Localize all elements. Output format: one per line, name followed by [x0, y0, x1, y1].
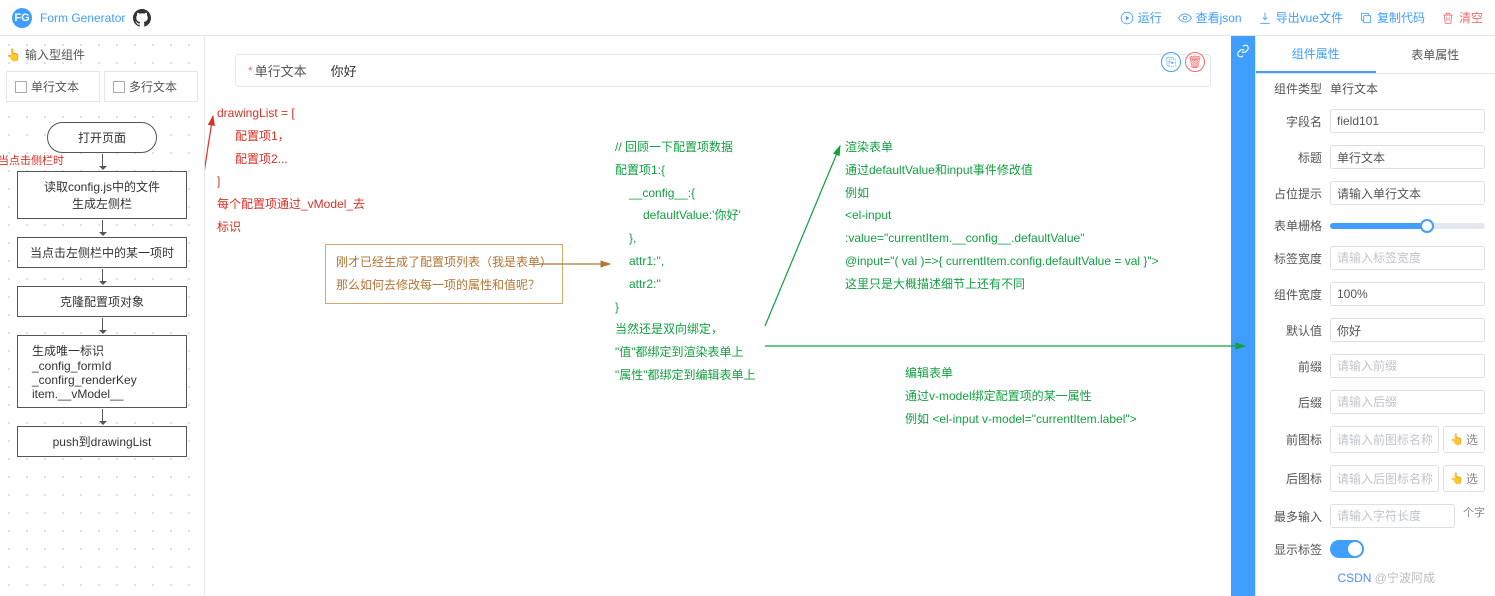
clear-button[interactable]: 清空 — [1441, 9, 1483, 26]
prop-compwidth-label: 组件宽度 — [1266, 286, 1322, 303]
prop-prefix-input[interactable] — [1330, 354, 1485, 378]
component-group-header: 👆 输入型组件 — [6, 46, 198, 63]
link-icon — [1236, 44, 1250, 58]
prop-compwidth-input[interactable] — [1330, 282, 1485, 306]
prop-field-input[interactable] — [1330, 109, 1485, 133]
github-icon[interactable] — [133, 9, 151, 27]
flow-node-open: 打开页面 — [47, 122, 157, 153]
anno-config-data: // 回顾一下配置项数据 配置项1:{ __config__:{ default… — [615, 136, 756, 387]
top-actions: 运行 查看json 导出vue文件 复制代码 清空 — [1120, 9, 1483, 26]
prop-placeholder-label: 占位提示 — [1266, 185, 1322, 202]
row-delete-button[interactable]: 🗑 — [1185, 52, 1205, 72]
flow-node-gen-id: 生成唯一标识 _config_formId _confirg_renderKey… — [17, 335, 187, 408]
prop-showlabel-toggle[interactable] — [1330, 540, 1364, 558]
prop-grid-slider[interactable] — [1330, 223, 1485, 229]
prop-showlabel-label: 显示标签 — [1266, 541, 1322, 558]
anno-drawinglist: drawingList = [ 配置项1， 配置项2... ] 每个配置项通过_… — [217, 102, 365, 239]
field-label: 单行文本 — [255, 61, 327, 80]
prop-title-label: 标题 — [1266, 149, 1322, 166]
prop-suffix-label: 后缀 — [1266, 394, 1322, 411]
prop-default-input[interactable] — [1330, 318, 1485, 342]
prop-suffixicon-pick-button[interactable]: 👆选 — [1443, 465, 1485, 492]
play-icon — [1120, 11, 1134, 25]
prop-prefix-label: 前缀 — [1266, 358, 1322, 375]
hand-icon: 👆 — [6, 48, 21, 62]
anno-render-form: 渲染表单 通过defaultValue和input事件修改值 例如 <el-in… — [845, 136, 1159, 296]
prop-maxlen-input[interactable] — [1330, 504, 1455, 528]
prop-suffixicon-input[interactable] — [1330, 465, 1439, 492]
export-vue-button[interactable]: 导出vue文件 — [1258, 9, 1343, 26]
prop-type-label: 组件类型 — [1266, 80, 1322, 97]
right-panel: 组件属性 表单属性 组件类型单行文本 字段名 标题 占位提示 表单栅格 标签宽度… — [1255, 36, 1495, 596]
field-input[interactable] — [327, 61, 1198, 80]
required-star: * — [248, 64, 253, 78]
flow-node-clone: 克隆配置项对象 — [17, 286, 187, 317]
top-bar: FG Form Generator 运行 查看json 导出vue文件 复制代码… — [0, 0, 1495, 36]
flow-node-click-item: 当点击左侧栏中的某一项时 — [17, 237, 187, 268]
flow-node-push: push到drawingList — [17, 426, 187, 457]
prop-placeholder-input[interactable] — [1330, 181, 1485, 205]
panel-body: 组件类型单行文本 字段名 标题 占位提示 表单栅格 标签宽度 组件宽度 默认值 … — [1256, 74, 1495, 596]
panel-tabs: 组件属性 表单属性 — [1256, 36, 1495, 74]
prop-title-input[interactable] — [1330, 145, 1485, 169]
center-canvas: ⎘ 🗑 * 单行文本 drawingList = [ 配置项1， 配置项2...… — [205, 36, 1231, 596]
watermark: CSDN @宁波阿成 — [1337, 569, 1435, 586]
row-copy-button[interactable]: ⎘ — [1161, 52, 1181, 72]
download-icon — [1258, 11, 1272, 25]
view-json-button[interactable]: 查看json — [1178, 9, 1242, 26]
copy-code-button[interactable]: 复制代码 — [1359, 9, 1425, 26]
prop-prefixicon-pick-button[interactable]: 👆选 — [1443, 426, 1485, 453]
prop-grid-label: 表单栅格 — [1266, 217, 1322, 234]
tab-component-props[interactable]: 组件属性 — [1256, 36, 1376, 73]
flowchart: 打开页面 读取config.js中的文件 生成左侧栏 当点击左侧栏中的某一项时 … — [6, 122, 198, 457]
eye-icon — [1178, 11, 1192, 25]
brand: FG Form Generator — [12, 8, 151, 28]
row-tools: ⎘ 🗑 — [1161, 52, 1205, 72]
component-row: 单行文本 多行文本 — [6, 71, 198, 102]
link-strip[interactable] — [1231, 36, 1255, 596]
prop-type-value[interactable]: 单行文本 — [1330, 80, 1485, 97]
run-button[interactable]: 运行 — [1120, 9, 1162, 26]
prop-suffixicon-label: 后图标 — [1266, 470, 1322, 487]
prop-maxlen-unit: 个字 — [1463, 504, 1485, 528]
anno-question-box: 刚才已经生成了配置项列表（我是表单） 那么如何去修改每一项的属性和值呢？ — [325, 244, 563, 304]
main: 👆 输入型组件 单行文本 多行文本 当点击侧栏时 打开页面 读取config.j… — [0, 36, 1495, 596]
component-multi-line[interactable]: 多行文本 — [104, 71, 198, 102]
prop-maxlen-label: 最多输入 — [1266, 508, 1322, 525]
trash-icon — [1441, 11, 1455, 25]
brand-title: Form Generator — [40, 11, 125, 25]
anno-edit-form: 编辑表单 通过v-model绑定配置项的某一属性 例如 <el-input v-… — [905, 362, 1137, 430]
prop-prefixicon-input[interactable] — [1330, 426, 1439, 453]
form-field-row[interactable]: * 单行文本 — [235, 54, 1211, 87]
prop-suffix-input[interactable] — [1330, 390, 1485, 414]
canvas-form: ⎘ 🗑 * 单行文本 — [235, 54, 1211, 87]
prop-labelwidth-input[interactable] — [1330, 246, 1485, 270]
tab-form-props[interactable]: 表单属性 — [1376, 36, 1495, 73]
copy-icon — [1359, 11, 1373, 25]
component-single-line[interactable]: 单行文本 — [6, 71, 100, 102]
prop-default-label: 默认值 — [1266, 322, 1322, 339]
prop-labelwidth-label: 标签宽度 — [1266, 250, 1322, 267]
left-rail: 👆 输入型组件 单行文本 多行文本 当点击侧栏时 打开页面 读取config.j… — [0, 36, 205, 596]
prop-field-label: 字段名 — [1266, 113, 1322, 130]
prop-prefixicon-label: 前图标 — [1266, 431, 1322, 448]
flow-node-read-config: 读取config.js中的文件 生成左侧栏 — [17, 171, 187, 219]
brand-logo-icon: FG — [12, 8, 32, 28]
